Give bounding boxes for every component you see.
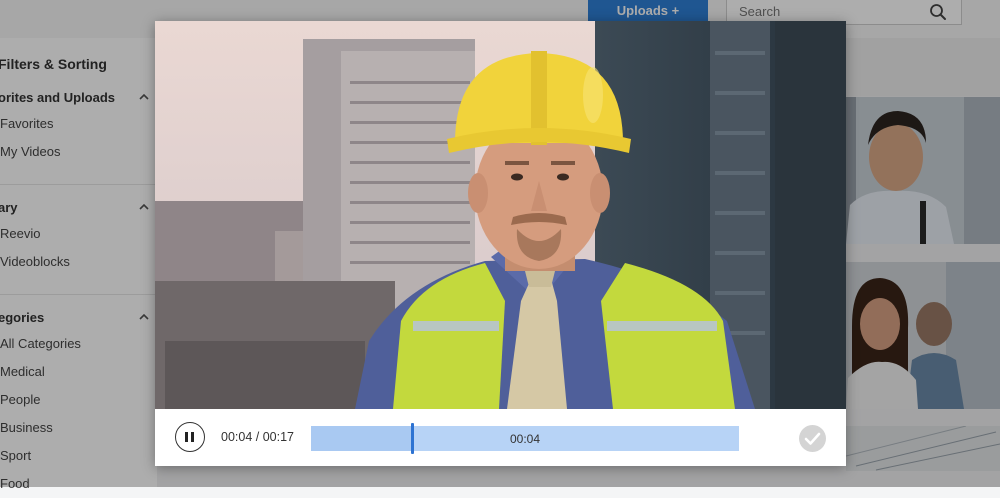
video-still-construction-worker	[155, 21, 846, 409]
checkmark-icon	[804, 432, 821, 445]
timeline-time-label: 00:04	[509, 432, 541, 446]
pause-icon	[191, 432, 194, 442]
confirm-button[interactable]	[799, 425, 826, 452]
video-frame[interactable]	[155, 21, 846, 409]
pause-icon	[185, 432, 188, 442]
timeline-scrubber[interactable]: 00:04	[311, 423, 739, 454]
video-preview-modal: 00:04 / 00:17 00:04	[155, 21, 846, 466]
pause-button[interactable]	[175, 422, 205, 452]
time-readout: 00:04 / 00:17	[221, 430, 294, 444]
playhead-handle[interactable]	[411, 423, 414, 454]
player-controls: 00:04 / 00:17 00:04	[155, 409, 846, 466]
